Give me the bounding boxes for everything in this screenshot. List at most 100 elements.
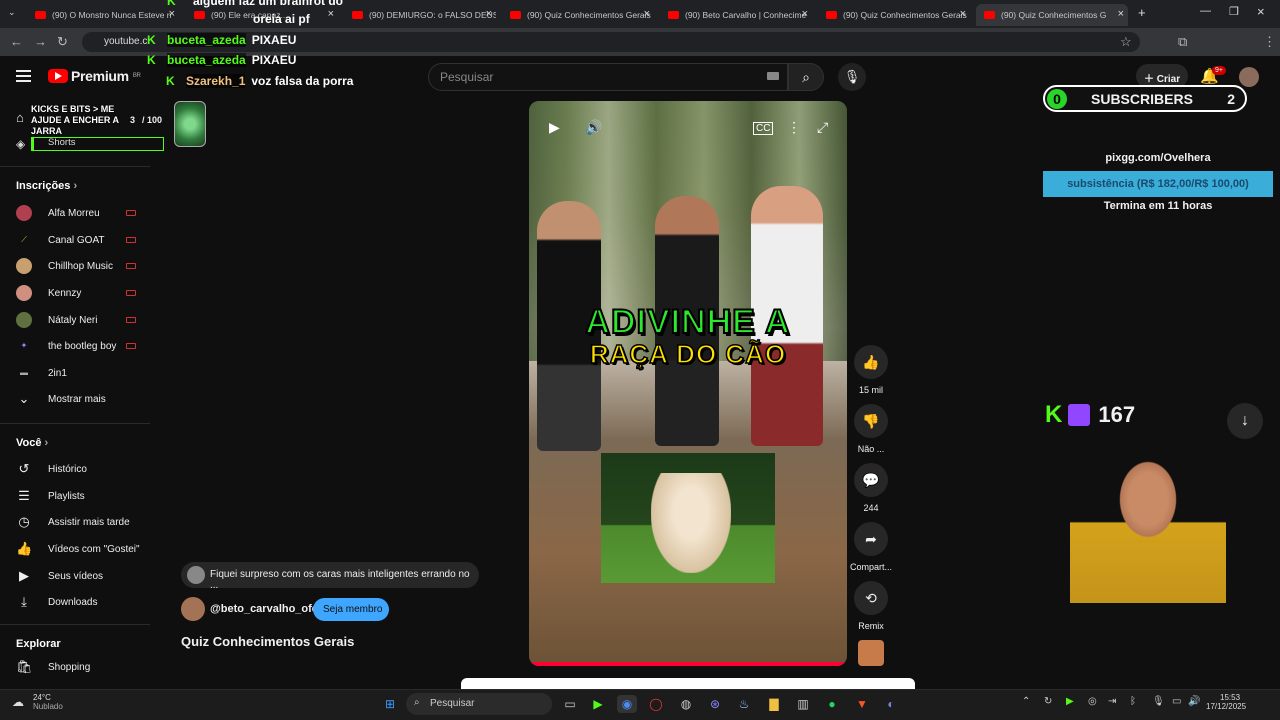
browser-menu-icon[interactable]: ⋮ bbox=[1263, 34, 1276, 50]
browser-tab[interactable]: (90) O Monstro Nunca Esteve n × bbox=[27, 4, 179, 26]
discord-icon[interactable]: ◐ bbox=[881, 695, 901, 713]
network-icon[interactable]: ▭ bbox=[1172, 696, 1181, 707]
sidebar-channel-bootleg-boy[interactable]: ✦ the bootleg boy bbox=[16, 336, 117, 356]
app-icon[interactable]: ◍ bbox=[676, 695, 696, 713]
sidebar-channel-kennzy[interactable]: Kennzy bbox=[16, 283, 81, 303]
browser-tab[interactable]: (90) Quiz Conhecimentos Gerais × bbox=[818, 4, 970, 26]
sidebar-channel-canal-goat[interactable]: ⟋ Canal GOAT bbox=[16, 230, 104, 250]
sidebar-item-label: Playlists bbox=[48, 490, 85, 502]
tab-label: (90) Quiz Conhecimentos Gerais bbox=[527, 10, 651, 20]
show-more-button[interactable]: ⌄ Mostrar mais bbox=[16, 389, 106, 409]
comment-icon: 💬 bbox=[854, 463, 888, 497]
keyboard-icon[interactable] bbox=[767, 72, 779, 80]
kick-icon: K bbox=[147, 33, 156, 47]
sidebar-item-history[interactable]: ↺ Histórico bbox=[16, 459, 87, 479]
sidebar-channel-nataly-neri[interactable]: Nátaly Neri bbox=[16, 310, 97, 330]
tray-overflow-icon[interactable]: ⌃ bbox=[1022, 696, 1030, 707]
tray-icon[interactable]: ◎ bbox=[1088, 696, 1097, 707]
extensions-icon[interactable]: ⧉ bbox=[1178, 34, 1187, 50]
taskbar-search[interactable]: ⌕ Pesquisar bbox=[406, 693, 552, 715]
sidebar-item-playlists[interactable]: ☰ Playlists bbox=[16, 486, 85, 506]
weather-widget[interactable]: ☁ 24°C Nublado bbox=[12, 693, 63, 711]
channel-name[interactable]: @beto_carvalho_ofc bbox=[210, 603, 318, 615]
sound-thumbnail[interactable] bbox=[858, 640, 884, 666]
close-tab-icon[interactable]: × bbox=[960, 8, 966, 20]
system-clock[interactable]: 15:53 17/12/2025 bbox=[1206, 693, 1246, 711]
close-tab-icon[interactable]: × bbox=[644, 8, 650, 20]
tray-icon[interactable]: ⇥ bbox=[1108, 696, 1116, 707]
fullscreen-icon[interactable]: ⤢ bbox=[817, 119, 828, 136]
reference-video-chip[interactable]: Fiquei surpreso com os caras mais inteli… bbox=[181, 562, 479, 591]
app-icon[interactable]: ▥ bbox=[793, 695, 813, 713]
browser-tab[interactable]: (90) DEMIURGO: o FALSO DEUS × bbox=[344, 4, 496, 26]
app-icon[interactable]: ⊛ bbox=[705, 695, 725, 713]
like-button[interactable]: 👍 15 mil bbox=[848, 345, 894, 395]
captions-icon[interactable]: CC bbox=[753, 122, 774, 135]
tab-list-icon[interactable]: ⌄ bbox=[8, 7, 16, 18]
sidebar-item-your-videos[interactable]: ▶ Seus vídeos bbox=[16, 566, 103, 586]
sidebar-item-liked-videos[interactable]: 👍 Vídeos com "Gostei" bbox=[16, 539, 140, 559]
bookmark-star-icon[interactable]: ☆ bbox=[1120, 34, 1132, 50]
bluetooth-icon[interactable]: ᛒ bbox=[1130, 696, 1136, 707]
chrome-icon[interactable]: ◉ bbox=[617, 695, 637, 713]
home-icon[interactable]: ⌂ bbox=[16, 110, 24, 125]
video-progress-bar[interactable] bbox=[529, 662, 847, 666]
remix-button[interactable]: ⟲ Remix bbox=[848, 581, 894, 631]
tray-icon[interactable]: ▶ bbox=[1066, 696, 1074, 707]
sidebar-item-shorts[interactable]: Shorts bbox=[48, 137, 75, 148]
tray-icon[interactable]: ↻ bbox=[1044, 696, 1052, 707]
sidebar-item-shopping[interactable]: 🛍 Shopping bbox=[16, 657, 90, 677]
sidebar-channel-chillhop[interactable]: Chillhop Music bbox=[16, 256, 113, 276]
steam-icon[interactable]: ♨ bbox=[734, 695, 754, 713]
play-icon[interactable]: ▶ bbox=[549, 119, 560, 136]
restore-icon[interactable]: ❐ bbox=[1229, 5, 1239, 18]
more-options-icon[interactable]: ⋮ bbox=[787, 119, 801, 136]
windows-start-icon[interactable]: ⊞ bbox=[380, 695, 400, 713]
sidebar-channel-2in1[interactable]: ▬ 2in1 bbox=[16, 363, 67, 383]
mic-tray-icon[interactable]: 🎙 bbox=[1152, 696, 1165, 707]
account-avatar[interactable] bbox=[1239, 67, 1259, 87]
close-tab-icon[interactable]: × bbox=[802, 8, 808, 20]
channel-avatar[interactable] bbox=[181, 597, 205, 621]
subscriptions-heading[interactable]: Inscrições › bbox=[16, 180, 77, 192]
close-tab-icon[interactable]: × bbox=[328, 8, 334, 20]
close-window-icon[interactable]: × bbox=[1257, 4, 1265, 19]
reload-icon[interactable]: ↻ bbox=[57, 34, 68, 50]
next-short-button[interactable]: ↓ bbox=[1227, 403, 1263, 439]
file-explorer-icon[interactable]: ▇ bbox=[764, 695, 784, 713]
back-icon[interactable]: ← bbox=[10, 34, 23, 49]
you-heading[interactable]: Você › bbox=[16, 437, 48, 449]
volume-icon[interactable]: 🔊 bbox=[585, 119, 602, 136]
sidebar-item-watch-later[interactable]: ◷ Assistir mais tarde bbox=[16, 512, 129, 532]
search-input[interactable]: Pesquisar bbox=[428, 63, 788, 91]
volume-tray-icon[interactable]: 🔊 bbox=[1188, 696, 1200, 707]
spotify-icon[interactable]: ● bbox=[822, 695, 842, 713]
opera-icon[interactable]: ◯ bbox=[646, 695, 666, 713]
close-tab-icon[interactable]: × bbox=[1118, 8, 1124, 20]
chat-user: Szarekh_1 bbox=[186, 74, 246, 88]
sidebar-channel-alfa-morreu[interactable]: Alfa Morreu bbox=[16, 203, 100, 223]
browser-tab[interactable]: (90) Quiz Conhecimentos Gerais × bbox=[502, 4, 654, 26]
browser-tab[interactable]: (90) Beto Carvalho | Conhecime × bbox=[660, 4, 812, 26]
minimize-icon[interactable]: — bbox=[1200, 5, 1211, 17]
youtube-logo[interactable]: Premium BR bbox=[48, 68, 141, 84]
short-video-player[interactable]: ADIVINHE A RAÇA DO CÃO ▶ 🔊 CC ⋮ ⤢ bbox=[529, 101, 847, 666]
close-tab-icon[interactable]: × bbox=[486, 8, 492, 20]
live-indicator-icon bbox=[126, 237, 136, 243]
task-view-icon[interactable]: ▭ bbox=[560, 695, 580, 713]
brave-icon[interactable]: ▼ bbox=[852, 695, 872, 713]
voice-search-button[interactable]: 🎙 bbox=[838, 63, 866, 91]
browser-tab-active[interactable]: (90) Quiz Conhecimentos G × bbox=[976, 4, 1128, 26]
close-tab-icon[interactable]: × bbox=[169, 8, 175, 20]
forward-icon[interactable]: → bbox=[34, 34, 47, 49]
new-tab-icon[interactable]: + bbox=[1138, 5, 1146, 20]
comments-button[interactable]: 💬 244 bbox=[848, 463, 894, 513]
join-button[interactable]: Seja membro bbox=[313, 598, 389, 621]
share-button[interactable]: ➦ Compart... bbox=[848, 522, 894, 572]
streamer-webcam bbox=[1070, 455, 1226, 603]
dislike-button[interactable]: 👎 Não ... bbox=[848, 404, 894, 454]
search-button[interactable]: ⌕ bbox=[788, 63, 824, 91]
app-icon[interactable]: ▶ bbox=[588, 695, 608, 713]
sidebar-item-downloads[interactable]: ⤓ Downloads bbox=[16, 592, 97, 612]
menu-icon[interactable] bbox=[16, 70, 31, 82]
